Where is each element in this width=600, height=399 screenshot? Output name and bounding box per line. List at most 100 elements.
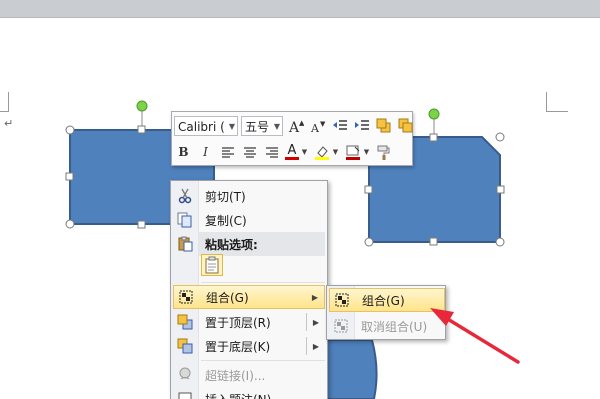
selection-handle[interactable]: [65, 219, 75, 229]
align-center-glyph: [243, 147, 256, 158]
selection-handle[interactable]: [65, 125, 75, 135]
selection-handle[interactable]: [364, 185, 373, 194]
hyperlink-icon: [173, 365, 197, 385]
shrink-font-icon[interactable]: A ▼: [308, 117, 327, 136]
rotation-handle-right[interactable]: [428, 108, 440, 120]
menu-item-label: 剪切(T): [205, 189, 246, 204]
align-right-icon[interactable]: [262, 143, 281, 162]
svg-text:▲: ▲: [299, 119, 304, 127]
selection-handle[interactable]: [429, 237, 438, 246]
word-document-window: ↵ Calibri (正 ▼: [0, 0, 600, 399]
font-size-value: 五号: [245, 119, 270, 134]
insert-caption-glyph: [178, 392, 192, 399]
menu-section-label: 粘贴选项:: [205, 237, 258, 252]
menu-item-send-to-back[interactable]: 置于底层(K) ▶: [173, 334, 325, 358]
align-left-icon[interactable]: [218, 143, 237, 162]
scissors-glyph: [178, 188, 192, 204]
font-size-combobox[interactable]: 五号 ▼: [241, 116, 283, 136]
shrink-font-glyph: A ▼: [310, 120, 326, 134]
menu-item-label: 置于顶层(R): [205, 315, 271, 330]
selection-handle[interactable]: [496, 185, 505, 194]
menu-item-group[interactable]: 组合(G) ▶: [173, 285, 325, 309]
bring-forward-icon[interactable]: [374, 117, 393, 136]
bring-forward-glyph: [376, 118, 390, 133]
keep-source-formatting-button[interactable]: [201, 254, 223, 276]
chevron-down-icon[interactable]: ▼: [300, 143, 309, 162]
copy-glyph: [177, 212, 192, 228]
chevron-down-icon: ▼: [273, 121, 281, 131]
selection-handle[interactable]: [364, 237, 374, 247]
oval-shape-bottom[interactable]: [319, 339, 378, 399]
chevron-down-icon[interactable]: ▼: [331, 143, 340, 162]
send-to-back-glyph: [177, 338, 193, 354]
menu-item-label: 置于底层(K): [205, 339, 271, 354]
selection-handle[interactable]: [495, 132, 505, 142]
shape-fill-icon[interactable]: [343, 143, 362, 162]
menu-item-label: 超链接(I)...: [205, 368, 266, 383]
menu-section-paste-options: 粘贴选项:: [199, 232, 325, 256]
group-submenu: 组合(G) 取消组合(U): [326, 285, 446, 340]
send-to-back-icon: [173, 336, 197, 356]
grow-font-glyph: A ▲: [288, 119, 304, 134]
align-center-icon[interactable]: [240, 143, 259, 162]
group-glyph: [179, 290, 193, 304]
insert-caption-icon: [173, 389, 197, 399]
font-name-combobox[interactable]: Calibri (正 ▼: [174, 116, 238, 136]
send-backward-icon[interactable]: [396, 117, 415, 136]
submenu-item-group[interactable]: 组合(G): [329, 288, 445, 312]
decrease-indent-glyph: [332, 120, 347, 130]
group-icon: [330, 290, 354, 310]
menu-item-label: 组合(G): [362, 293, 405, 308]
selection-handle[interactable]: [137, 220, 146, 229]
selection-handle[interactable]: [65, 172, 74, 181]
toolbar-row-1: Calibri (正 ▼ 五号 ▼ A▲ A▼: [174, 114, 418, 138]
context-menu: 剪切(T) 复制(C) 粘贴选项: 组合(G) ▶ 置于顶层(R) ▶ 置于底层…: [170, 180, 328, 399]
menu-item-bring-to-front[interactable]: 置于顶层(R) ▶: [173, 310, 325, 334]
mini-formatting-toolbar: Calibri (正 ▼ 五号 ▼ A▲ A▼ B I A ▼: [171, 111, 413, 166]
font-color-button[interactable]: A: [284, 143, 300, 162]
menu-item-copy[interactable]: 复制(C): [173, 208, 325, 232]
submenu-arrow-icon[interactable]: ▶: [313, 318, 319, 327]
highlight-glyph: [314, 146, 329, 160]
selection-handle[interactable]: [495, 237, 505, 247]
split-divider: [306, 313, 307, 331]
format-painter-icon[interactable]: [374, 143, 393, 162]
increase-indent-glyph: [354, 120, 369, 130]
selection-handle[interactable]: [429, 133, 438, 142]
svg-text:A: A: [310, 122, 320, 134]
submenu-item-ungroup[interactable]: 取消组合(U): [329, 314, 445, 338]
menu-item-label: 组合(G): [206, 290, 249, 305]
paste-option-icon: [205, 256, 219, 274]
submenu-arrow-icon: ▶: [311, 292, 318, 302]
svg-text:▼: ▼: [320, 120, 326, 128]
menu-item-label: 插入题注(N)...: [205, 391, 283, 399]
italic-button[interactable]: I: [196, 143, 215, 162]
paste-glyph: [178, 236, 193, 252]
paste-icon: [175, 234, 195, 254]
ungroup-glyph: [334, 319, 348, 333]
bold-button[interactable]: B: [174, 143, 193, 162]
rotation-handle-left[interactable]: [136, 100, 148, 112]
increase-indent-icon[interactable]: [352, 117, 371, 136]
menu-item-hyperlink[interactable]: 超链接(I)...: [173, 363, 325, 387]
hyperlink-glyph: [179, 367, 191, 380]
menu-item-label: 取消组合(U): [361, 319, 428, 334]
scissors-icon: [173, 186, 197, 206]
copy-icon: [173, 210, 197, 230]
align-right-glyph: [265, 147, 278, 158]
send-backward-glyph: [398, 118, 412, 133]
grow-font-icon[interactable]: A ▲: [286, 117, 305, 136]
font-name-value: Calibri (正: [178, 119, 224, 134]
decrease-indent-icon[interactable]: [330, 117, 349, 136]
font-color-letter: A: [287, 143, 297, 158]
highlight-color-icon[interactable]: [312, 143, 331, 162]
align-left-glyph: [221, 147, 234, 158]
menu-divider: [201, 360, 325, 361]
group-icon: [174, 287, 198, 307]
selection-handle[interactable]: [137, 125, 146, 134]
chevron-down-icon[interactable]: ▼: [362, 143, 371, 162]
submenu-arrow-icon[interactable]: ▶: [313, 342, 319, 351]
menu-item-insert-caption[interactable]: 插入题注(N)...: [173, 387, 325, 399]
menu-item-cut[interactable]: 剪切(T): [173, 184, 325, 208]
ungroup-icon: [329, 316, 353, 336]
